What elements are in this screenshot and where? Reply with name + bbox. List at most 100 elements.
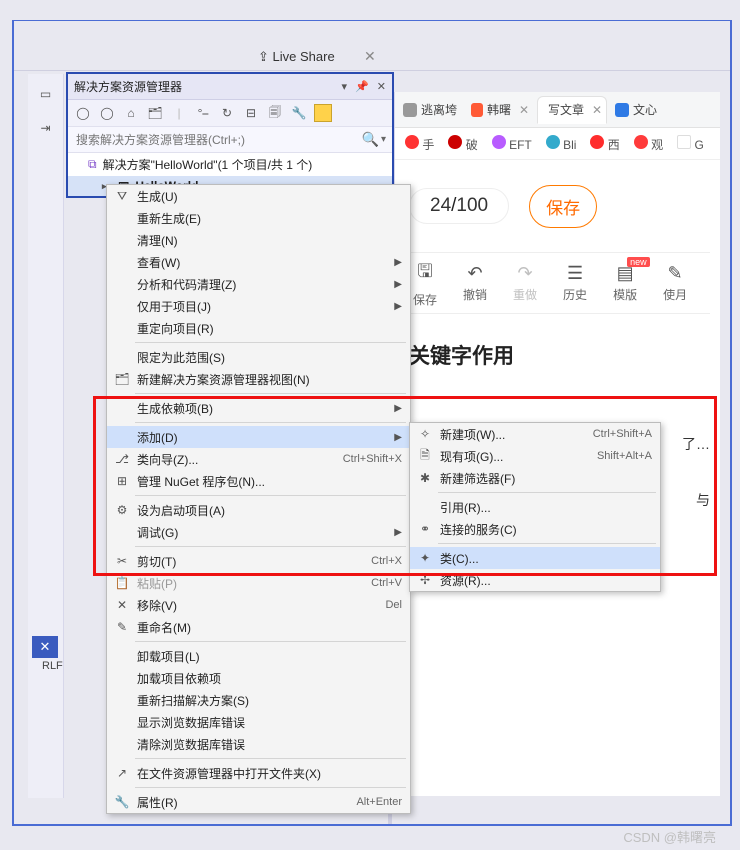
toolbar-template[interactable]: ▤new模版 xyxy=(613,263,637,303)
toolbar-history[interactable]: ☰历史 xyxy=(563,263,587,303)
show-all-icon[interactable]: 🗐 xyxy=(266,104,284,122)
bookmark-item[interactable]: 手 xyxy=(405,135,434,153)
bookmark-icon xyxy=(492,135,506,149)
submenu-new-item[interactable]: ✧新建项(W)...Ctrl+Shift+A xyxy=(410,423,660,445)
bookmark-item[interactable]: 西 xyxy=(590,135,619,153)
live-share-close-icon[interactable]: ✕ xyxy=(364,48,376,65)
browser-tab-1[interactable]: 逃离垮 xyxy=(397,96,463,124)
new-view-icon: 🗂 xyxy=(113,370,131,388)
browser-tab-2[interactable]: 韩曙 ✕ xyxy=(465,96,535,124)
pin-icon[interactable]: 📌 xyxy=(355,80,369,93)
tab-label: 韩曙 xyxy=(487,101,511,118)
home-icon[interactable]: ⌂ xyxy=(122,104,140,122)
collapse-icon[interactable]: ⊟ xyxy=(242,104,260,122)
watermark-text: CSDN @韩曙亮 xyxy=(623,827,716,846)
properties-icon[interactable]: 🔧 xyxy=(290,104,308,122)
refresh-icon[interactable]: ↻ xyxy=(218,104,236,122)
menu-separator xyxy=(135,495,406,496)
bookmark-item[interactable]: EFT xyxy=(492,135,532,152)
tab-close-icon[interactable]: ✕ xyxy=(592,103,602,117)
menu-load-deps[interactable]: 加载项目依赖项 xyxy=(107,667,410,689)
search-dropdown-icon[interactable]: ▾ xyxy=(381,134,386,145)
menu-project-only[interactable]: 仅用于项目(J)▶ xyxy=(107,295,410,317)
menu-rebuild[interactable]: 重新生成(E) xyxy=(107,207,410,229)
tab-favicon xyxy=(471,103,483,117)
close-icon[interactable]: ✕ xyxy=(377,80,386,93)
gutter-icon-1[interactable]: ▭ xyxy=(31,80,61,108)
menu-clean[interactable]: 清理(N) xyxy=(107,229,410,251)
existing-item-icon: 🗎 xyxy=(416,447,434,465)
menu-build[interactable]: ⛛生成(U) xyxy=(107,185,410,207)
menu-separator xyxy=(135,787,406,788)
browser-tab-4[interactable]: 文心 xyxy=(609,96,663,124)
search-input[interactable] xyxy=(74,132,362,148)
chevron-right-icon: ▶ xyxy=(394,257,402,268)
toolbar-use[interactable]: ✎使月 xyxy=(663,263,687,303)
menu-cut[interactable]: ✂剪切(T)Ctrl+X xyxy=(107,550,410,572)
bookmark-item[interactable]: G xyxy=(677,135,704,152)
nav-back-icon[interactable]: ◯ xyxy=(74,104,92,122)
bookmark-item[interactable]: 破 xyxy=(448,135,477,153)
live-share-label: Live Share xyxy=(273,49,335,64)
menu-class-wizard[interactable]: ⎇类向导(Z)...Ctrl+Shift+X xyxy=(107,448,410,470)
build-icon: ⛛ xyxy=(113,187,131,205)
gutter-indent-icon[interactable]: ⇥ xyxy=(31,114,61,142)
class-icon: ✦ xyxy=(416,549,434,567)
menu-unload[interactable]: 卸载项目(L) xyxy=(107,645,410,667)
bookmark-icon xyxy=(405,135,419,149)
menu-open-in-explorer[interactable]: ↗在文件资源管理器中打开文件夹(X) xyxy=(107,762,410,784)
project-context-menu: ⛛生成(U) 重新生成(E) 清理(N) 查看(W)▶ 分析和代码清理(Z)▶ … xyxy=(106,184,411,814)
nav-fwd-icon[interactable]: ◯ xyxy=(98,104,116,122)
menu-set-startup[interactable]: ⚙设为启动项目(A) xyxy=(107,499,410,521)
menu-separator xyxy=(135,758,406,759)
new-item-icon: ✧ xyxy=(416,425,434,443)
menu-separator xyxy=(438,543,656,544)
menu-show-db-err[interactable]: 显示浏览数据库错误 xyxy=(107,711,410,733)
menu-clear-db-err[interactable]: 清除浏览数据库错误 xyxy=(107,733,410,755)
menu-nuget[interactable]: ⊞管理 NuGet 程序包(N)... xyxy=(107,470,410,492)
chevron-right-icon: ▶ xyxy=(394,527,402,538)
menu-remove[interactable]: ✕移除(V)Del xyxy=(107,594,410,616)
menu-add[interactable]: 添加(D)▶ xyxy=(107,426,410,448)
toolbar-undo[interactable]: ↶撤销 xyxy=(463,263,487,303)
solution-explorer-search[interactable]: 🔍 ▾ xyxy=(68,127,392,153)
menu-view[interactable]: 查看(W)▶ xyxy=(107,251,410,273)
cut-icon: ✂ xyxy=(113,552,131,570)
browser-tab-3[interactable]: 写文章✕ xyxy=(537,96,607,124)
gutter-close-tab[interactable]: ✕ xyxy=(32,636,58,658)
dropdown-icon[interactable]: ▾ xyxy=(342,80,348,93)
menu-build-deps[interactable]: 生成依赖项(B)▶ xyxy=(107,397,410,419)
save-draft-button[interactable]: 保存 xyxy=(529,185,597,228)
menu-debug[interactable]: 调试(G)▶ xyxy=(107,521,410,543)
menu-rename[interactable]: ✎重命名(M) xyxy=(107,616,410,638)
solution-explorer-titlebar[interactable]: 解决方案资源管理器 ▾ 📌 ✕ xyxy=(68,74,392,100)
live-share-button[interactable]: ⇪ Live Share xyxy=(258,49,335,65)
menu-properties[interactable]: 🔧属性(R)Alt+Enter xyxy=(107,791,410,813)
menu-retarget[interactable]: 重定向项目(R) xyxy=(107,317,410,339)
bookmark-icon xyxy=(590,135,604,149)
toolbar-save[interactable]: 🖫保存 xyxy=(413,259,437,308)
tab-close-icon[interactable]: ✕ xyxy=(519,103,529,117)
submenu-connected-service[interactable]: ⚭连接的服务(C) xyxy=(410,518,660,540)
vs-topbar: ⇪ Live Share ✕ xyxy=(14,21,730,71)
scope-icon[interactable]: °⎯ xyxy=(194,104,212,122)
solution-explorer-toolbar: ◯ ◯ ⌂ 🗂 | °⎯ ↻ ⊟ 🗐 🔧 xyxy=(68,100,392,127)
submenu-class[interactable]: ✦类(C)... xyxy=(410,547,660,569)
search-icon[interactable]: 🔍 xyxy=(362,131,379,148)
menu-separator xyxy=(135,393,406,394)
menu-scope-here[interactable]: 限定为此范围(S) xyxy=(107,346,410,368)
submenu-reference[interactable]: 引用(R)... xyxy=(410,496,660,518)
submenu-existing-item[interactable]: 🗎现有项(G)...Shift+Alt+A xyxy=(410,445,660,467)
tab-label: 逃离垮 xyxy=(421,101,457,118)
menu-new-view[interactable]: 🗂新建解决方案资源管理器视图(N) xyxy=(107,368,410,390)
preview-toggle[interactable] xyxy=(314,104,332,122)
menu-analyze[interactable]: 分析和代码清理(Z)▶ xyxy=(107,273,410,295)
solution-node[interactable]: ⧉ 解决方案"HelloWorld"(1 个项目/共 1 个) xyxy=(68,153,392,176)
browser-tabs: 逃离垮 韩曙 ✕ 写文章✕ 文心 xyxy=(395,92,720,128)
submenu-new-filter[interactable]: ✱新建筛选器(F) xyxy=(410,467,660,489)
bookmark-item[interactable]: 观 xyxy=(634,135,663,153)
sync-icon[interactable]: 🗂 xyxy=(146,104,164,122)
submenu-resource[interactable]: ✢资源(R)... xyxy=(410,569,660,591)
menu-rescan[interactable]: 重新扫描解决方案(S) xyxy=(107,689,410,711)
bookmark-item[interactable]: Bli xyxy=(546,135,577,152)
